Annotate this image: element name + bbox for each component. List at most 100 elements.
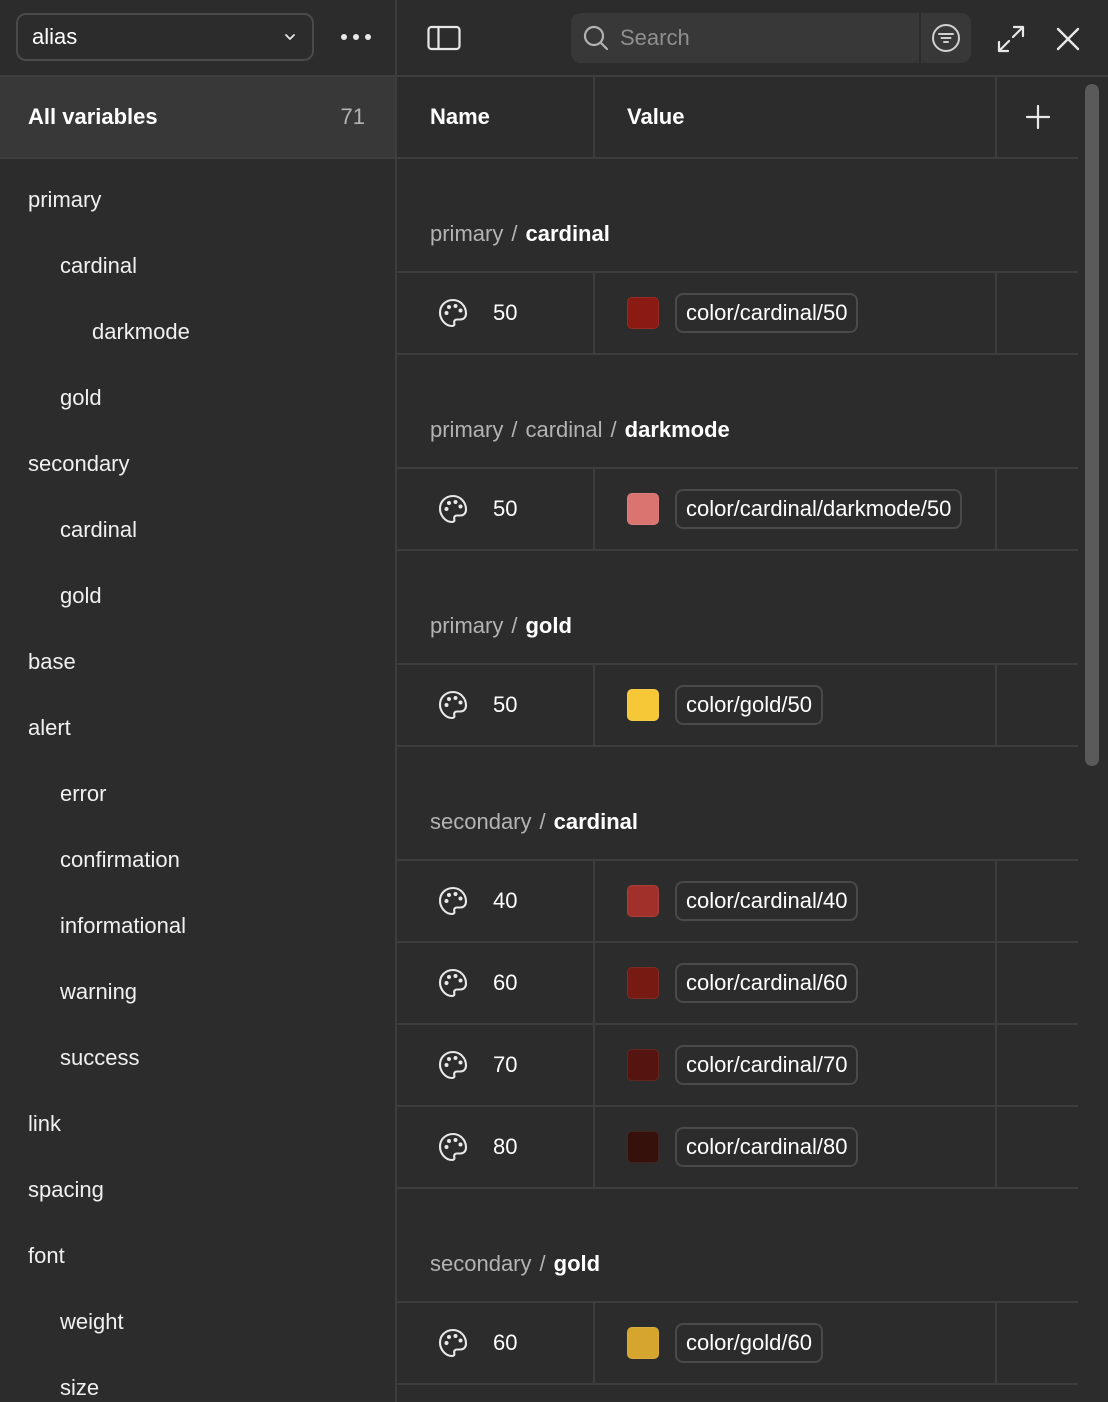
add-mode-button[interactable]	[997, 77, 1078, 157]
group-path-leaf: cardinal	[553, 809, 639, 834]
filter-button[interactable]	[921, 13, 971, 63]
all-variables-count: 71	[340, 104, 365, 129]
sidebar-group-alert[interactable]: alert	[0, 695, 395, 761]
variable-name-cell[interactable]: 50	[397, 665, 595, 745]
color-swatch[interactable]	[627, 297, 659, 329]
color-swatch[interactable]	[627, 1131, 659, 1163]
palette-icon	[438, 1050, 468, 1080]
sidebar-group-confirmation[interactable]: confirmation	[0, 827, 395, 893]
extra-mode-cell[interactable]	[997, 273, 1078, 353]
more-options-button[interactable]	[330, 19, 382, 55]
variable-value-cell[interactable]: color/cardinal/50	[595, 273, 997, 353]
extra-mode-cell[interactable]	[997, 861, 1078, 941]
color-swatch[interactable]	[627, 689, 659, 721]
path-separator: /	[610, 417, 617, 442]
column-header-name[interactable]: Name	[397, 77, 595, 157]
variable-name-cell[interactable]: 40	[397, 861, 595, 941]
color-swatch[interactable]	[627, 493, 659, 525]
table-row[interactable]: 80 color/cardinal/80	[397, 1107, 1078, 1189]
plus-icon	[1025, 104, 1050, 130]
variable-value-cell[interactable]: color/cardinal/60	[595, 943, 997, 1023]
group-path-leaf: gold	[553, 1251, 601, 1276]
palette-icon	[438, 1328, 468, 1358]
extra-mode-cell[interactable]	[997, 1107, 1078, 1187]
more-dot	[365, 34, 371, 40]
collection-dropdown[interactable]: alias	[16, 13, 314, 61]
extra-mode-cell[interactable]	[997, 1303, 1078, 1383]
alias-pill[interactable]: color/cardinal/darkmode/50	[675, 489, 963, 529]
alias-pill[interactable]: color/gold/60	[675, 1323, 823, 1363]
sidebar-group-gold[interactable]: gold	[0, 365, 395, 431]
color-swatch[interactable]	[627, 1327, 659, 1359]
palette-icon	[438, 690, 468, 720]
sidebar-group-primary[interactable]: primary	[0, 167, 395, 233]
variable-name-cell[interactable]: 70	[397, 1025, 595, 1105]
sidebar-group-error[interactable]: error	[0, 761, 395, 827]
chevron-down-icon	[285, 34, 295, 40]
color-swatch[interactable]	[627, 967, 659, 999]
sidebar-group-darkmode[interactable]: darkmode	[0, 299, 395, 365]
scrollbar-thumb[interactable]	[1085, 84, 1099, 766]
variable-name: 40	[493, 888, 518, 913]
sidebar-group-font[interactable]: font	[0, 1223, 395, 1289]
main-toolbar	[397, 0, 1108, 77]
table-row[interactable]: 60 color/gold/60	[397, 1303, 1078, 1385]
alias-pill[interactable]: color/cardinal/50	[675, 293, 859, 333]
table-header: Name Value	[397, 77, 1078, 159]
sidebar-group-gold[interactable]: gold	[0, 563, 395, 629]
alias-pill[interactable]: color/cardinal/80	[675, 1127, 859, 1167]
sidebar-toggle-icon[interactable]	[427, 24, 461, 52]
sidebar-group-secondary[interactable]: secondary	[0, 431, 395, 497]
sidebar-group-size[interactable]: size	[0, 1355, 395, 1402]
table-row[interactable]: 50 color/cardinal/50	[397, 273, 1078, 355]
collection-name: alias	[32, 24, 78, 49]
alias-pill[interactable]: color/cardinal/40	[675, 881, 859, 921]
variable-name-cell[interactable]: 60	[397, 943, 595, 1023]
variable-name-cell[interactable]: 80	[397, 1107, 595, 1187]
vertical-scrollbar[interactable]	[1082, 84, 1102, 1402]
variable-name: 60	[493, 1330, 518, 1355]
sidebar-group-cardinal[interactable]: cardinal	[0, 497, 395, 563]
sidebar-group-spacing[interactable]: spacing	[0, 1157, 395, 1223]
variable-name-cell[interactable]: 50	[397, 273, 595, 353]
variable-name: 70	[493, 1052, 518, 1077]
variable-name-cell[interactable]: 60	[397, 1303, 595, 1383]
variable-value-cell[interactable]: color/gold/60	[595, 1303, 997, 1383]
sidebar-group-weight[interactable]: weight	[0, 1289, 395, 1355]
extra-mode-cell[interactable]	[997, 469, 1078, 549]
extra-mode-cell[interactable]	[997, 1025, 1078, 1105]
sidebar-group-success[interactable]: success	[0, 1025, 395, 1091]
table-row[interactable]: 70 color/cardinal/70	[397, 1025, 1078, 1107]
sidebar-group-informational[interactable]: informational	[0, 893, 395, 959]
group-path-segment: primary	[430, 613, 504, 638]
close-icon[interactable]	[1053, 24, 1083, 54]
table-row[interactable]: 40 color/cardinal/40	[397, 861, 1078, 943]
variable-value-cell[interactable]: color/gold/50	[595, 665, 997, 745]
palette-icon	[438, 1132, 468, 1162]
variable-name: 50	[493, 300, 518, 325]
variable-value-cell[interactable]: color/cardinal/70	[595, 1025, 997, 1105]
alias-pill[interactable]: color/gold/50	[675, 685, 823, 725]
variable-value-cell[interactable]: color/cardinal/80	[595, 1107, 997, 1187]
search-input[interactable]	[610, 13, 919, 63]
alias-pill[interactable]: color/cardinal/60	[675, 963, 859, 1003]
table-row[interactable]: 50 color/gold/50	[397, 665, 1078, 747]
table-row[interactable]: 60 color/cardinal/60	[397, 943, 1078, 1025]
sidebar-group-base[interactable]: base	[0, 629, 395, 695]
extra-mode-cell[interactable]	[997, 665, 1078, 745]
color-swatch[interactable]	[627, 1049, 659, 1081]
sidebar-group-warning[interactable]: warning	[0, 959, 395, 1025]
table-row[interactable]: 50 color/cardinal/darkmode/50	[397, 469, 1078, 551]
color-swatch[interactable]	[627, 885, 659, 917]
sidebar-group-cardinal[interactable]: cardinal	[0, 233, 395, 299]
column-header-value[interactable]: Value	[595, 77, 997, 157]
all-variables-item[interactable]: All variables 71	[0, 77, 395, 159]
all-variables-label: All variables	[28, 104, 158, 129]
variable-value-cell[interactable]: color/cardinal/darkmode/50	[595, 469, 997, 549]
extra-mode-cell[interactable]	[997, 943, 1078, 1023]
variable-name-cell[interactable]: 50	[397, 469, 595, 549]
alias-pill[interactable]: color/cardinal/70	[675, 1045, 859, 1085]
sidebar-group-link[interactable]: link	[0, 1091, 395, 1157]
expand-icon[interactable]	[995, 23, 1027, 55]
variable-value-cell[interactable]: color/cardinal/40	[595, 861, 997, 941]
